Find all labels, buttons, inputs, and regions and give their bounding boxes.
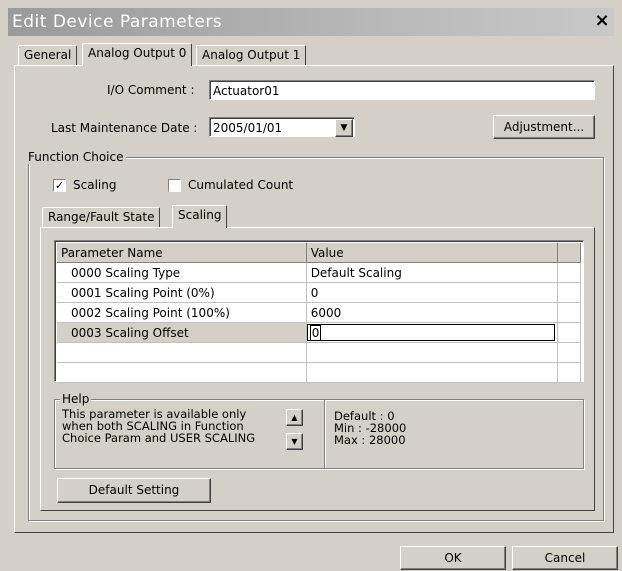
blank-cell bbox=[557, 302, 581, 323]
column-header-blank bbox=[557, 243, 581, 263]
param-value-cell[interactable]: Default Scaling bbox=[306, 262, 559, 283]
help-title: Help bbox=[60, 392, 92, 406]
param-name-cell: 0000 Scaling Type bbox=[57, 262, 307, 283]
param-value-input[interactable]: 0 bbox=[306, 324, 556, 341]
table-row[interactable]: 0002 Scaling Point (100%) 6000 bbox=[57, 302, 581, 323]
help-text-line: Choice Param and USER SCALING bbox=[62, 431, 256, 445]
blank-cell bbox=[557, 262, 581, 283]
column-header-name[interactable]: Parameter Name bbox=[57, 243, 307, 263]
table-row-empty bbox=[57, 362, 581, 383]
ok-button[interactable]: OK bbox=[400, 546, 506, 570]
function-choice-title: Function Choice bbox=[26, 150, 126, 164]
max-value-text: Max : 28000 bbox=[334, 433, 406, 447]
param-name-cell: 0002 Scaling Point (100%) bbox=[57, 302, 307, 323]
tab-analog-output-1[interactable]: Analog Output 1 bbox=[196, 45, 307, 66]
window-title: Edit Device Parameters bbox=[12, 12, 223, 32]
param-value-cell[interactable]: 0 bbox=[306, 282, 559, 303]
param-name-cell: 0001 Scaling Point (0%) bbox=[57, 282, 307, 303]
table-header-row: Parameter Name Value bbox=[57, 243, 581, 263]
parameter-grid: Parameter Name Value 0000 Scaling Type D… bbox=[54, 240, 584, 383]
blank-cell bbox=[557, 322, 581, 343]
default-setting-button[interactable]: Default Setting bbox=[57, 478, 211, 503]
tab-analog-output-1-label: Analog Output 1 bbox=[202, 48, 301, 62]
value-info-text: Default : 0 Min : -28000 Max : 28000 bbox=[334, 410, 406, 446]
close-icon[interactable]: × bbox=[592, 11, 612, 31]
tab-general[interactable]: General bbox=[18, 45, 78, 66]
column-header-value[interactable]: Value bbox=[306, 243, 559, 263]
title-bar: Edit Device Parameters × bbox=[8, 8, 614, 36]
tab-analog-output-0-label: Analog Output 0 bbox=[88, 46, 187, 60]
io-comment-label: I/O Comment : bbox=[107, 83, 195, 97]
adjustment-button[interactable]: Adjustment... bbox=[493, 115, 595, 139]
parameter-table: Parameter Name Value 0000 Scaling Type D… bbox=[57, 243, 581, 383]
table-row-selected[interactable]: 0003 Scaling Offset 0 bbox=[57, 322, 581, 343]
help-text: This parameter is available only when bo… bbox=[62, 408, 255, 444]
cumulated-count-label: Cumulated Count bbox=[188, 178, 294, 192]
analog-output-panel: I/O Comment : Actuator01 Last Maintenanc… bbox=[14, 65, 614, 533]
scroll-up-icon[interactable]: ▲ bbox=[286, 409, 303, 426]
table-row-empty bbox=[57, 342, 581, 363]
tab-scaling-label: Scaling bbox=[178, 208, 222, 222]
param-name-cell: 0003 Scaling Offset bbox=[57, 322, 307, 343]
io-comment-input[interactable]: Actuator01 bbox=[209, 80, 595, 100]
blank-cell bbox=[557, 282, 581, 303]
tab-analog-output-0[interactable]: Analog Output 0 bbox=[82, 43, 193, 66]
chevron-down-icon[interactable]: ▼ bbox=[335, 119, 353, 137]
tab-range-fault-state[interactable]: Range/Fault State bbox=[42, 207, 161, 228]
scaling-checkbox-label: Scaling bbox=[73, 178, 117, 192]
param-value-cell[interactable]: 6000 bbox=[306, 302, 559, 323]
scaling-panel: Parameter Name Value 0000 Scaling Type D… bbox=[40, 227, 595, 511]
tab-range-fault-state-label: Range/Fault State bbox=[48, 210, 155, 224]
scroll-down-icon[interactable]: ▼ bbox=[286, 433, 303, 450]
scaling-checkbox[interactable]: ✓ bbox=[53, 179, 66, 192]
cumulated-count-checkbox[interactable] bbox=[168, 179, 181, 192]
table-row[interactable]: 0000 Scaling Type Default Scaling bbox=[57, 262, 581, 283]
cancel-button[interactable]: Cancel bbox=[512, 546, 618, 570]
tab-scaling[interactable]: Scaling bbox=[172, 205, 228, 228]
maintenance-date-value: 2005/01/01 bbox=[213, 121, 283, 135]
maintenance-date-dropdown[interactable]: 2005/01/01 ▼ bbox=[209, 117, 355, 137]
tab-general-label: General bbox=[24, 48, 72, 62]
dialog-window: Edit Device Parameters × General Analog … bbox=[0, 0, 622, 571]
param-value-editor[interactable]: 0 bbox=[306, 322, 559, 343]
param-value-text: 0 bbox=[309, 325, 322, 341]
dialog-footer: OK Cancel bbox=[0, 541, 622, 571]
maintenance-date-label: Last Maintenance Date : bbox=[51, 121, 198, 135]
table-row[interactable]: 0001 Scaling Point (0%) 0 bbox=[57, 282, 581, 303]
